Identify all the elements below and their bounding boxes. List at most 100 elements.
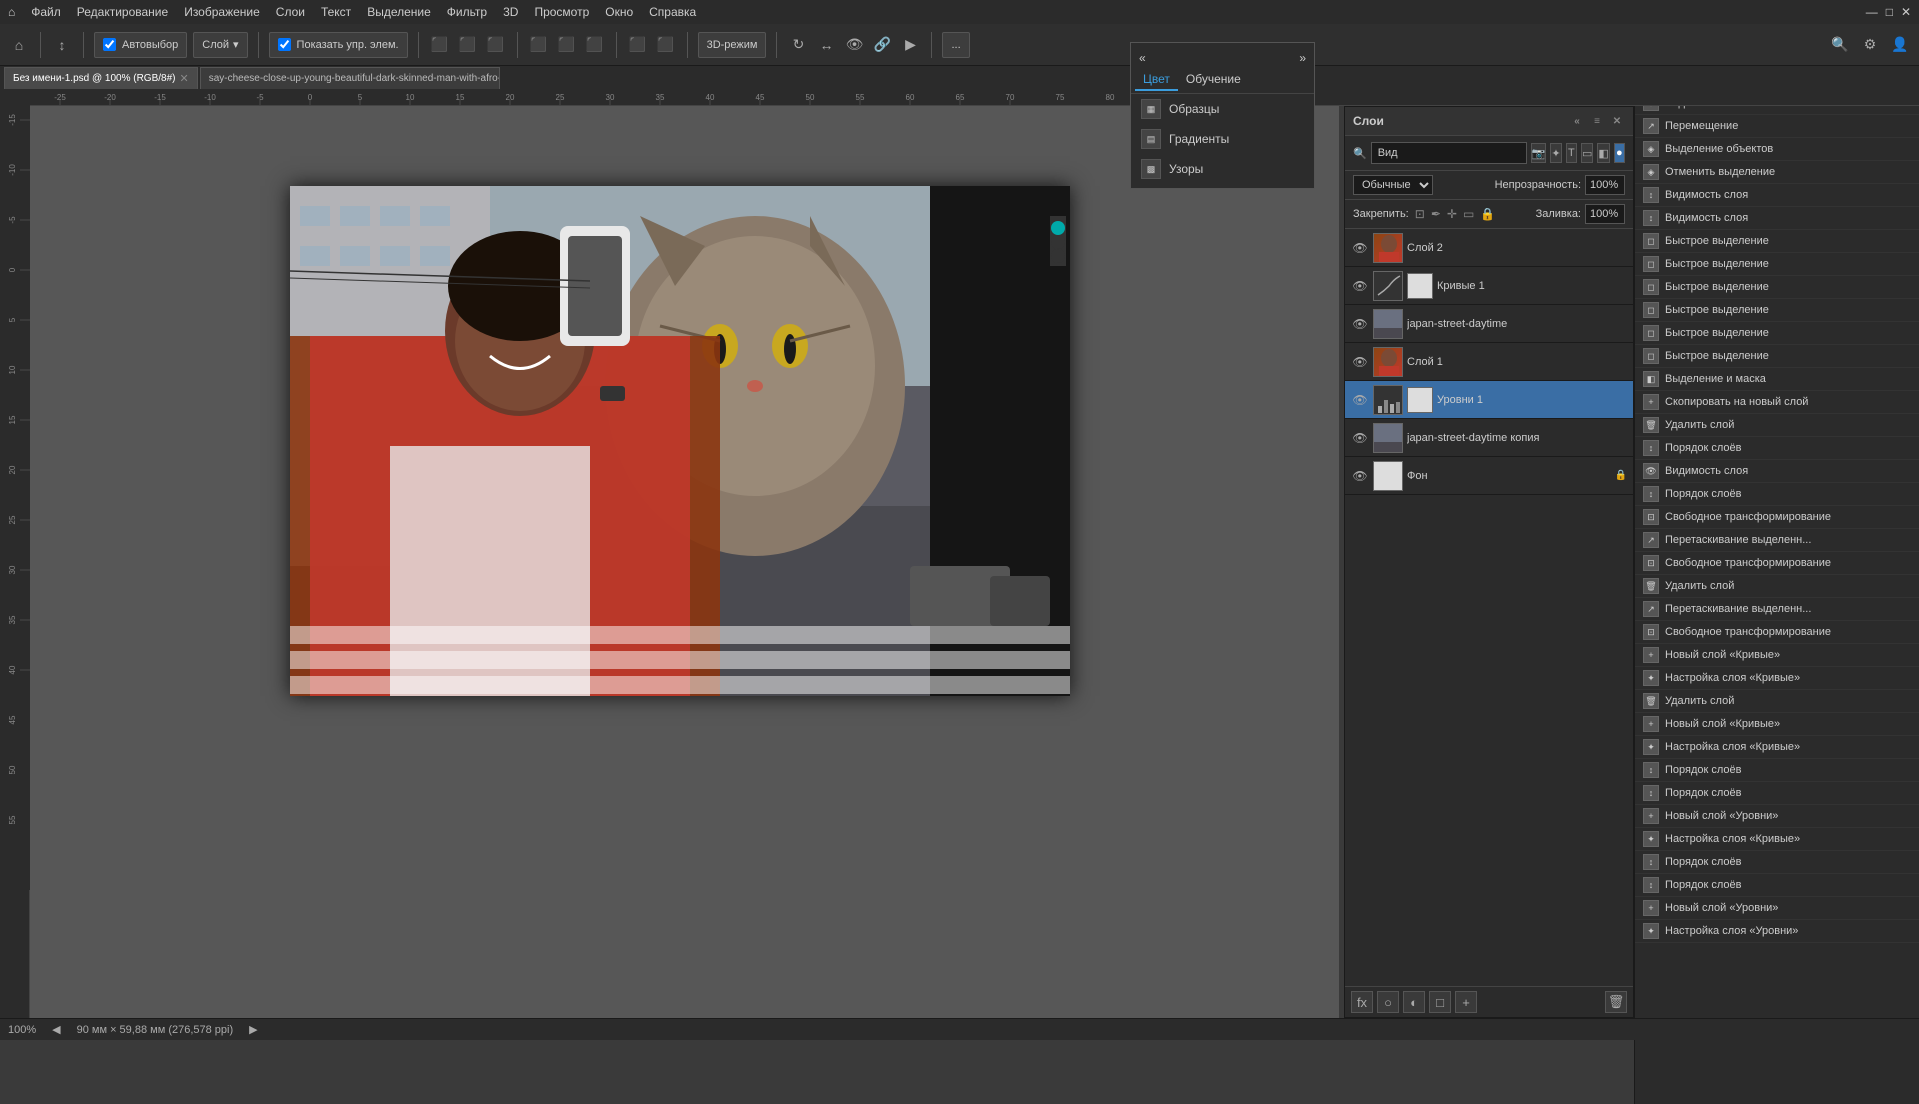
align-center-h-icon[interactable]: ⬛ (457, 34, 479, 56)
history-item-5[interactable]: ↕ Видимость слоя (1635, 207, 1919, 230)
layer-vis-japan[interactable]: 👁 (1351, 315, 1369, 333)
history-item-28[interactable]: ✦ Настройка слоя «Кривые» (1635, 736, 1919, 759)
lock-position-icon[interactable]: ✛ (1447, 207, 1457, 221)
maximize-button[interactable]: □ (1886, 5, 1893, 19)
library-collapse-icon[interactable]: « (1139, 51, 1146, 65)
layer-filter-adj-icon[interactable]: ✦ (1550, 143, 1561, 163)
lock-transparent-icon[interactable]: ⊡ (1415, 207, 1425, 221)
lock-artboard-icon[interactable]: ▭ (1463, 207, 1474, 221)
menu-window[interactable]: Окно (605, 5, 633, 19)
history-item-34[interactable]: ↕ Порядок слоёв (1635, 874, 1919, 897)
history-item-25[interactable]: ✦ Настройка слоя «Кривые» (1635, 667, 1919, 690)
history-item-12[interactable]: ◧ Выделение и маска (1635, 368, 1919, 391)
eye-icon[interactable]: 👁 (843, 34, 865, 56)
align-top-icon[interactable]: ⬛ (528, 34, 550, 56)
history-item-15[interactable]: ↕ Порядок слоёв (1635, 437, 1919, 460)
layer-row-sloy1[interactable]: 👁 Слой 1 (1345, 343, 1633, 381)
link-icon[interactable]: 🔗 (871, 34, 893, 56)
layers-search-input[interactable] (1371, 142, 1527, 164)
layer-vis-levels1[interactable]: 👁 (1351, 391, 1369, 409)
history-item-30[interactable]: ↕ Порядок слоёв (1635, 782, 1919, 805)
align-right-icon[interactable]: ⬛ (485, 34, 507, 56)
history-item-27[interactable]: + Новый слой «Кривые» (1635, 713, 1919, 736)
layer-fx-btn[interactable]: fx (1351, 991, 1373, 1013)
align-left-icon[interactable]: ⬛ (429, 34, 451, 56)
history-item-20[interactable]: ⊡ Свободное трансформирование (1635, 552, 1919, 575)
history-item-10[interactable]: ◻ Быстрое выделение (1635, 322, 1919, 345)
history-item-17[interactable]: ↕ Порядок слоёв (1635, 483, 1919, 506)
layer-row-fon[interactable]: 👁 Фон 🔒 (1345, 457, 1633, 495)
library-tab-learning[interactable]: Обучение (1178, 69, 1249, 91)
history-item-23[interactable]: ⊡ Свободное трансформирование (1635, 621, 1919, 644)
layer-row-japan[interactable]: 👁 japan-street-daytime (1345, 305, 1633, 343)
canvas-area[interactable] (30, 106, 1339, 1018)
history-item-1[interactable]: ↗ Перемещение (1635, 115, 1919, 138)
lock-all-icon[interactable]: 🔒 (1480, 207, 1495, 221)
align-middle-v-icon[interactable]: ⬛ (556, 34, 578, 56)
layer-row-levels1[interactable]: 👁 Уровни 1 (1345, 381, 1633, 419)
nav-prev[interactable]: ◀ (52, 1023, 60, 1036)
flip-h-icon[interactable]: ↔ (815, 34, 837, 56)
history-item-14[interactable]: 🗑 Удалить слой (1635, 414, 1919, 437)
layer-filter-text-icon[interactable]: T (1566, 143, 1577, 163)
layer-filter-smart-icon[interactable]: ◧ (1597, 143, 1609, 163)
layer-group-btn[interactable]: □ (1429, 991, 1451, 1013)
more-options-btn[interactable]: ... (942, 32, 969, 58)
history-item-11[interactable]: ◻ Быстрое выделение (1635, 345, 1919, 368)
history-item-21[interactable]: 🗑 Удалить слой (1635, 575, 1919, 598)
menu-text[interactable]: Текст (321, 5, 351, 19)
layer-mask-btn[interactable]: ○ (1377, 991, 1399, 1013)
history-item-4[interactable]: ↕ Видимость слоя (1635, 184, 1919, 207)
history-item-2[interactable]: ◈ Выделение объектов (1635, 138, 1919, 161)
align-bottom-icon[interactable]: ⬛ (584, 34, 606, 56)
history-item-13[interactable]: + Скопировать на новый слой (1635, 391, 1919, 414)
user-icon[interactable]: 👤 (1889, 34, 1911, 56)
library-item-gradients[interactable]: ▤ Градиенты (1131, 124, 1314, 154)
history-item-9[interactable]: ◻ Быстрое выделение (1635, 299, 1919, 322)
rotate-icon[interactable]: ↻ (787, 34, 809, 56)
nav-next[interactable]: ▶ (249, 1023, 257, 1036)
history-item-29[interactable]: ↕ Порядок слоёв (1635, 759, 1919, 782)
distribute-v-icon[interactable]: ⬛ (655, 34, 677, 56)
menu-layers[interactable]: Слои (276, 5, 305, 19)
library-item-samples[interactable]: ▦ Образцы (1131, 94, 1314, 124)
layer-vis-curves1[interactable]: 👁 (1351, 277, 1369, 295)
layer-row-sloy2[interactable]: 👁 Слой 2 (1345, 229, 1633, 267)
layer-filter-toggle[interactable]: ● (1614, 143, 1625, 163)
close-button[interactable]: ✕ (1901, 5, 1911, 19)
library-item-patterns[interactable]: ▩ Узоры (1131, 154, 1314, 184)
menu-edit[interactable]: Редактирование (77, 5, 168, 19)
menu-filter[interactable]: Фильтр (447, 5, 487, 19)
fill-input[interactable] (1585, 204, 1625, 224)
layers-panel-collapse[interactable]: « (1569, 113, 1585, 129)
lock-pixels-icon[interactable]: ✒ (1431, 207, 1441, 221)
home-icon[interactable]: ⌂ (8, 5, 15, 19)
tab-file-1[interactable]: Без имени-1.psd @ 100% (RGB/8#) ✕ (4, 67, 198, 89)
library-expand-icon[interactable]: » (1299, 51, 1306, 65)
menu-view[interactable]: Просмотр (534, 5, 589, 19)
layer-row-curves1[interactable]: 👁 Кривые 1 (1345, 267, 1633, 305)
tab-close-1[interactable]: ✕ (180, 72, 189, 85)
layer-new-btn[interactable]: + (1455, 991, 1477, 1013)
layer-delete-btn[interactable]: 🗑 (1605, 991, 1627, 1013)
menu-image[interactable]: Изображение (184, 5, 260, 19)
layer-row-japan-copy[interactable]: 👁 japan-street-daytime копия (1345, 419, 1633, 457)
blend-mode-select[interactable]: Обычные (1353, 175, 1433, 195)
menu-help[interactable]: Справка (649, 5, 696, 19)
tab-file-2[interactable]: say-cheese-close-up-young-beautiful-dark… (200, 67, 500, 89)
opacity-input[interactable] (1585, 175, 1625, 195)
history-item-32[interactable]: ✦ Настройка слоя «Кривые» (1635, 828, 1919, 851)
history-item-36[interactable]: ✦ Настройка слоя «Уровни» (1635, 920, 1919, 943)
history-item-3[interactable]: ◈ Отменить выделение (1635, 161, 1919, 184)
video-icon[interactable]: ▶ (899, 34, 921, 56)
layers-panel-menu[interactable]: ≡ (1589, 113, 1605, 129)
layer-filter-shape-icon[interactable]: ▭ (1581, 143, 1593, 163)
history-item-7[interactable]: ◻ Быстрое выделение (1635, 253, 1919, 276)
layer-vis-japan-copy[interactable]: 👁 (1351, 429, 1369, 447)
mode-3d-btn[interactable]: 3D-режим (698, 32, 767, 58)
auto-select-checkbox[interactable]: Автовыбор (94, 32, 187, 58)
history-item-35[interactable]: + Новый слой «Уровни» (1635, 897, 1919, 920)
menu-3d[interactable]: 3D (503, 5, 518, 19)
minimize-button[interactable]: — (1866, 5, 1878, 19)
canvas-document[interactable] (290, 186, 1070, 696)
